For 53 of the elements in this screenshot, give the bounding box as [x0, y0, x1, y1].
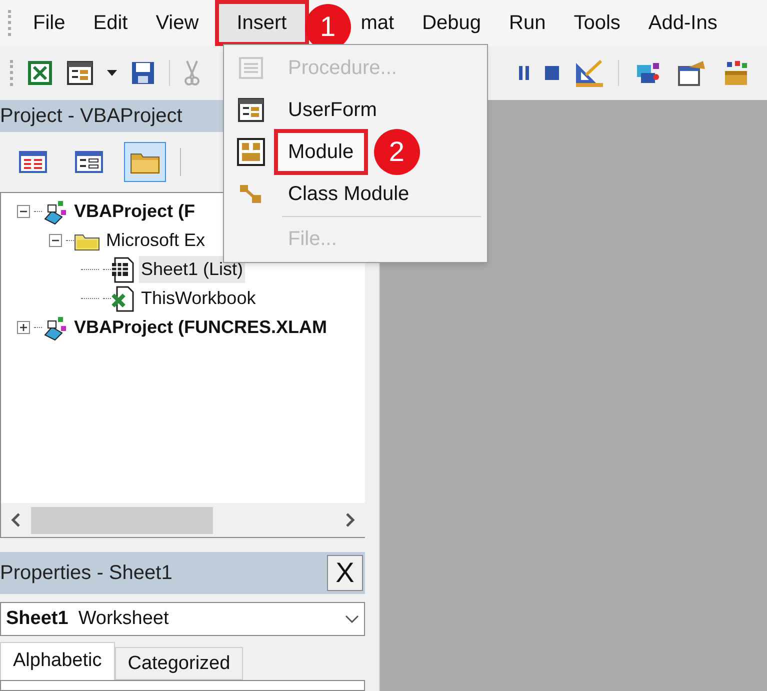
spreadsheet-icon[interactable]	[27, 60, 53, 86]
tree-item[interactable]: ThisWorkbook	[139, 285, 258, 312]
object-name: Sheet1	[6, 606, 68, 631]
step-badge: 2	[374, 129, 420, 175]
save-icon[interactable]	[131, 61, 155, 85]
close-button[interactable]: X	[327, 555, 363, 591]
menu-item[interactable]: mat	[352, 4, 402, 42]
project-icon	[42, 198, 68, 224]
scroll-left-icon[interactable]	[11, 513, 21, 527]
horizontal-scrollbar[interactable]	[1, 503, 365, 537]
expand-icon[interactable]	[17, 321, 30, 334]
object-dropdown[interactable]: Sheet1 Worksheet	[0, 602, 365, 636]
sheet-icon	[111, 256, 135, 282]
menu-item[interactable]: Edit	[85, 4, 136, 42]
module-icon	[237, 138, 265, 166]
menu-item[interactable]: View	[148, 4, 207, 42]
procedure-icon	[239, 57, 263, 79]
tree-item[interactable]: VBAProject (FUNCRES.XLAM	[72, 314, 330, 341]
caret-icon[interactable]	[107, 70, 117, 76]
collapse-icon[interactable]	[49, 234, 62, 247]
menu-item[interactable]: Debug	[414, 4, 490, 42]
form-icon	[238, 98, 264, 122]
form-window-icon	[75, 151, 103, 173]
menu-option[interactable]: Module	[278, 133, 364, 171]
panel-title: Properties - Sheet1	[0, 561, 172, 586]
tab[interactable]: Categorized	[114, 647, 244, 680]
scroll-thumb[interactable]	[31, 506, 213, 534]
tree-item[interactable]: VBAProject (F	[72, 198, 198, 225]
tree-item[interactable]: Microsoft Ex	[104, 227, 208, 254]
menu-item[interactable]: Insert	[218, 4, 305, 42]
form-icon[interactable]	[67, 61, 93, 85]
menu-item[interactable]: File	[25, 4, 74, 42]
stop-icon[interactable]	[544, 65, 560, 81]
menu-item[interactable]: Run	[501, 4, 554, 42]
properties-window-icon[interactable]	[677, 59, 707, 87]
tab[interactable]: Alphabetic	[0, 642, 115, 680]
project-icon	[42, 314, 68, 340]
panel-title: Project - VBAProject	[0, 104, 182, 129]
object-type: Worksheet	[78, 606, 170, 631]
toggle-folders-button[interactable]	[124, 142, 166, 182]
collapse-icon[interactable]	[17, 205, 30, 218]
menu-item[interactable]: Tools	[566, 4, 628, 42]
code-window-icon	[19, 151, 47, 173]
tree-item[interactable]: Sheet1 (List)	[139, 256, 246, 283]
triangle-ruler-icon[interactable]	[574, 59, 604, 87]
pause-icon[interactable]	[518, 65, 530, 81]
grip-handle[interactable]	[8, 10, 11, 36]
scroll-right-icon[interactable]	[345, 513, 355, 527]
menu-item[interactable]: Add-Ins	[640, 4, 726, 42]
menu-option[interactable]: Class Module	[278, 175, 420, 213]
menu-option[interactable]: UserForm	[278, 91, 387, 129]
chevron-down-icon[interactable]	[345, 615, 359, 623]
workbook-icon	[111, 286, 135, 312]
